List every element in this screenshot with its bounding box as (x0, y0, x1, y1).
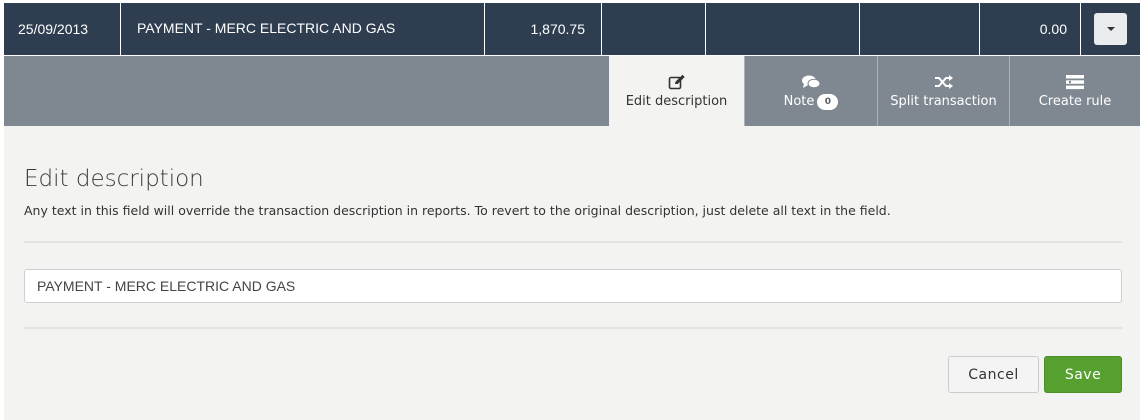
tab-edit-description[interactable]: Edit description (609, 56, 744, 126)
transaction-empty-cell (706, 3, 860, 55)
edit-icon (668, 73, 686, 91)
tab-label: Edit description (625, 94, 728, 109)
shuffle-icon (934, 73, 954, 91)
divider (24, 327, 1122, 329)
row-dropdown-button[interactable] (1094, 13, 1127, 45)
panel-help-text: Any text in this field will override the… (24, 203, 891, 218)
edit-description-panel: Edit description Any text in this field … (4, 126, 1140, 420)
tab-split-transaction[interactable]: Split transaction (877, 56, 1009, 126)
transaction-balance: 0.00 (980, 3, 1081, 55)
save-button[interactable]: Save (1044, 356, 1122, 393)
caret-down-icon (1106, 27, 1115, 31)
comment-icon (801, 73, 821, 91)
divider (24, 241, 1122, 243)
description-input[interactable] (24, 269, 1122, 303)
detail-tabbar: Edit description Note 0 Split transactio… (4, 56, 1140, 126)
list-icon (1065, 73, 1085, 91)
tab-note[interactable]: Note 0 (744, 56, 877, 126)
transaction-row[interactable]: 25/09/2013 PAYMENT - MERC ELECTRIC AND G… (4, 3, 1140, 55)
tab-label: Note (783, 94, 815, 109)
transaction-description: PAYMENT - MERC ELECTRIC AND GAS (121, 3, 485, 55)
note-count-badge: 0 (817, 93, 839, 110)
tab-label: Create rule (1038, 94, 1112, 109)
tab-create-rule[interactable]: Create rule (1009, 56, 1140, 126)
cancel-button[interactable]: Cancel (948, 356, 1039, 393)
tab-label: Split transaction (890, 94, 997, 109)
transaction-amount: 1,870.75 (485, 3, 602, 55)
transaction-date: 25/09/2013 (4, 3, 121, 55)
transaction-actions (1081, 3, 1140, 55)
panel-title: Edit description (24, 166, 204, 192)
transaction-empty-cell (860, 3, 980, 55)
transaction-empty-cell (602, 3, 706, 55)
